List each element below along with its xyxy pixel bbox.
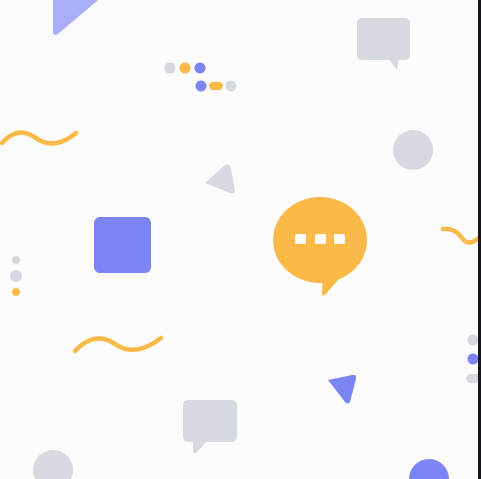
dot-cluster-top	[164, 62, 237, 92]
speech-bubble-icon	[183, 400, 237, 454]
orange-squiggle-bottom	[72, 335, 164, 354]
typing-dot	[295, 234, 306, 244]
dot-column-left	[10, 256, 22, 296]
gray-triangle-shape	[205, 164, 235, 194]
blue-square-shape	[94, 217, 151, 273]
blue-triangle-shape	[52, 0, 99, 35]
gray-circle-bottom	[33, 450, 73, 479]
decorative-pattern-illustration	[0, 0, 481, 479]
chat-bubble-typing-icon	[273, 197, 367, 296]
speech-bubble-icon	[357, 18, 410, 70]
gray-circle-right	[393, 130, 433, 170]
orange-squiggle-right	[440, 226, 481, 245]
orange-squiggle-left	[0, 130, 79, 146]
typing-dot	[315, 234, 326, 244]
blue-triangle-small	[328, 374, 357, 404]
blue-circle-bottom	[409, 459, 449, 479]
typing-dot	[334, 234, 345, 244]
